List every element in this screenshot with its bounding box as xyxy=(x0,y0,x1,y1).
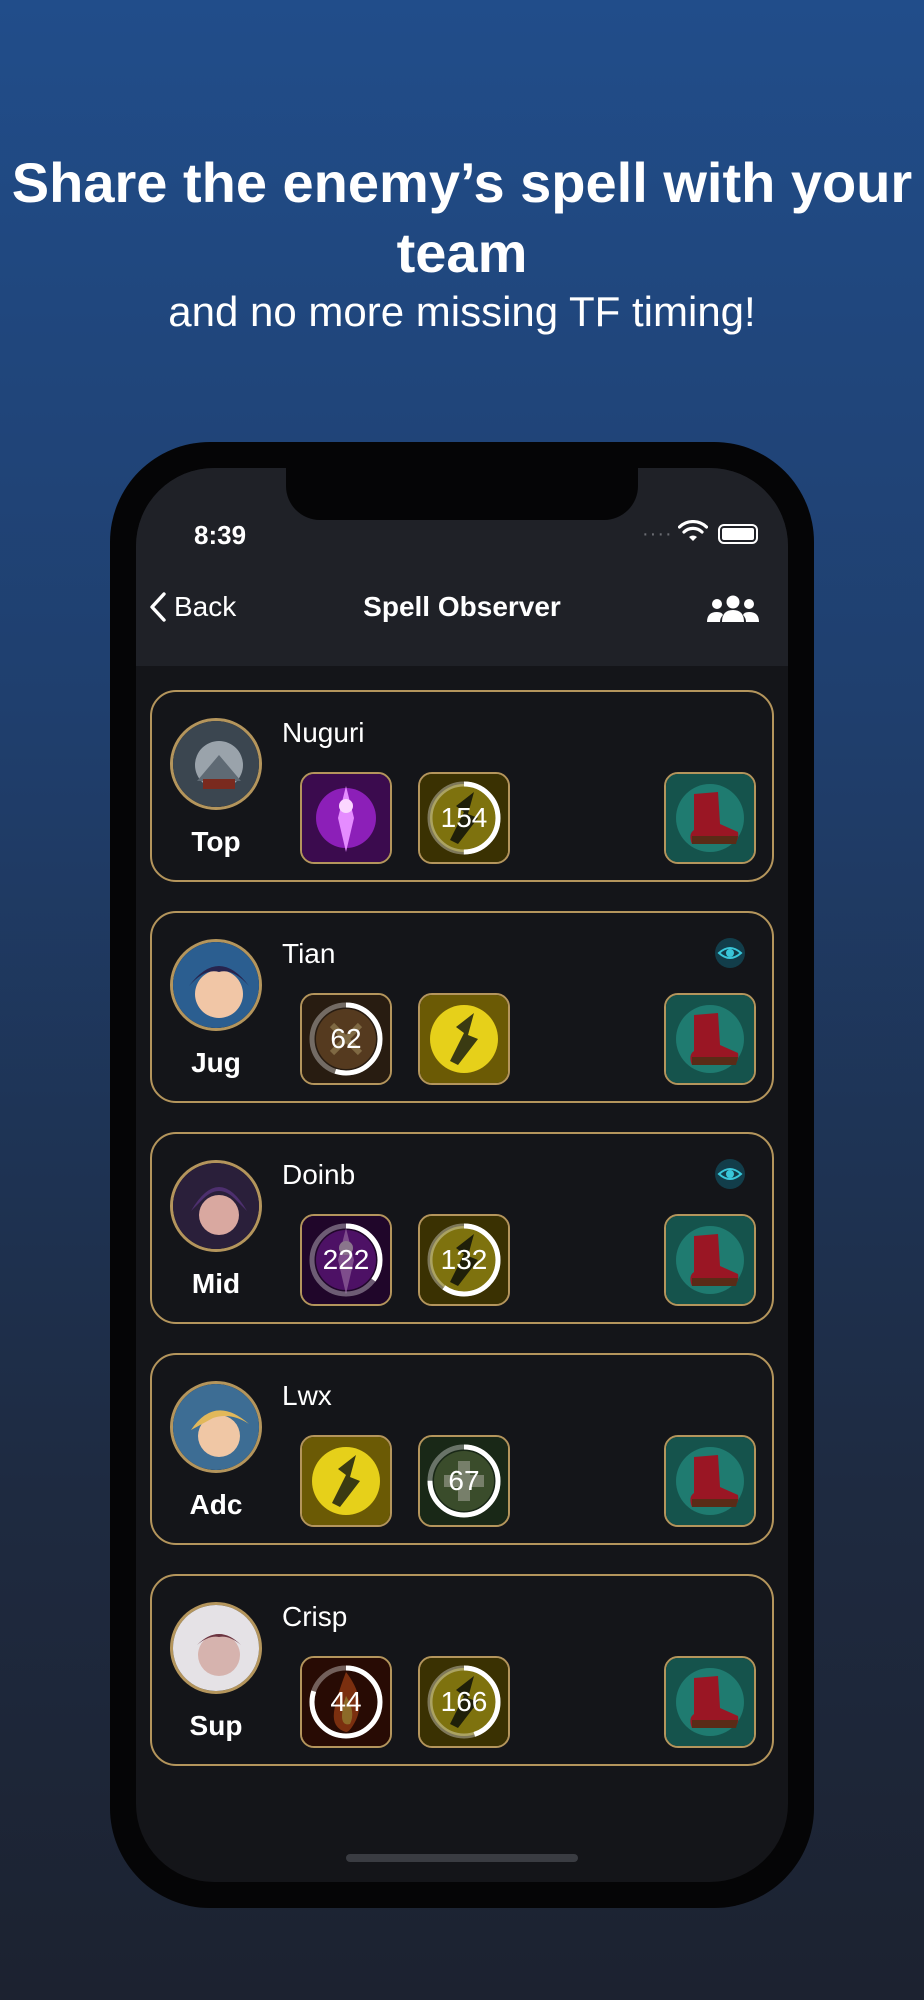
player-card[interactable]: Jug Tian 62 xyxy=(150,911,774,1103)
player-name: Lwx xyxy=(282,1380,332,1411)
player-name: Crisp xyxy=(282,1601,348,1632)
boots-item-icon[interactable] xyxy=(664,1214,756,1306)
teleport-spell-icon[interactable]: 222 xyxy=(300,1214,392,1306)
back-label: Back xyxy=(174,591,237,622)
signal-icon: ···· xyxy=(642,523,673,545)
teleport-spell-icon[interactable] xyxy=(300,772,392,864)
player-name: Tian xyxy=(282,938,336,969)
ignite-spell-icon[interactable]: 44 xyxy=(300,1656,392,1748)
promo-subline: and no more missing TF timing! xyxy=(168,288,756,335)
spell-cooldown: 154 xyxy=(440,802,488,833)
wifi-icon xyxy=(678,520,708,541)
boots-item-icon[interactable] xyxy=(664,1656,756,1748)
champion-avatar xyxy=(170,1602,262,1694)
player-name: Nuguri xyxy=(282,717,365,748)
flash-spell-icon[interactable]: 132 xyxy=(418,1214,510,1306)
eye-icon[interactable] xyxy=(714,937,746,969)
heal-spell-icon[interactable]: 67 xyxy=(418,1435,510,1527)
spell-cooldown: 44 xyxy=(330,1686,362,1717)
smite-spell-icon[interactable]: 62 xyxy=(300,993,392,1085)
boots-item-icon[interactable] xyxy=(664,1435,756,1527)
champion-avatar xyxy=(170,1381,262,1473)
player-card[interactable]: Top Nuguri 154 xyxy=(150,690,774,882)
champion-avatar xyxy=(170,939,262,1031)
player-role: Sup xyxy=(189,1710,243,1741)
flash-spell-icon[interactable]: 154 xyxy=(418,772,510,864)
player-card[interactable]: Sup Crisp 44 166 xyxy=(150,1574,774,1766)
flash-spell-icon[interactable] xyxy=(418,993,510,1085)
boots-item-icon[interactable] xyxy=(664,993,756,1085)
spell-cooldown: 222 xyxy=(322,1244,370,1275)
flash-spell-icon[interactable] xyxy=(300,1435,392,1527)
chevron-left-icon xyxy=(150,592,166,622)
phone-notch xyxy=(286,468,638,520)
nav-bar: Back Spell Observer xyxy=(136,556,788,666)
champion-avatar xyxy=(170,718,262,810)
promo-headline: Share the enemy’s spell with your team xyxy=(11,151,913,284)
spell-cooldown: 166 xyxy=(440,1686,488,1717)
group-icon[interactable] xyxy=(706,594,760,624)
eye-icon[interactable] xyxy=(714,1158,746,1190)
player-role: Top xyxy=(191,826,241,857)
player-role: Adc xyxy=(189,1489,243,1520)
champion-avatar xyxy=(170,1160,262,1252)
player-card[interactable]: Adc Lwx 67 xyxy=(150,1353,774,1545)
player-name: Doinb xyxy=(282,1159,356,1190)
home-indicator xyxy=(346,1854,578,1862)
spell-cooldown: 62 xyxy=(330,1023,362,1054)
player-card[interactable]: Mid Doinb 222 132 xyxy=(150,1132,774,1324)
phone-frame: 8:39 ···· Back Spell Observer Top Nuguri… xyxy=(110,442,814,1908)
spell-cooldown: 67 xyxy=(448,1465,480,1496)
boots-item-icon[interactable] xyxy=(664,772,756,864)
spell-cooldown: 132 xyxy=(440,1244,488,1275)
flash-spell-icon[interactable]: 166 xyxy=(418,1656,510,1748)
player-role: Mid xyxy=(191,1268,241,1299)
status-time: 8:39 xyxy=(194,520,247,550)
player-role: Jug xyxy=(191,1047,241,1078)
player-list: Top Nuguri 154 Jug Tian 62 Mid Doinb 222 132 Adc Lw… xyxy=(150,690,774,1795)
back-button[interactable]: Back xyxy=(148,590,236,624)
app-screen: 8:39 ···· Back Spell Observer Top Nuguri… xyxy=(136,468,788,1882)
battery-icon xyxy=(718,524,758,544)
